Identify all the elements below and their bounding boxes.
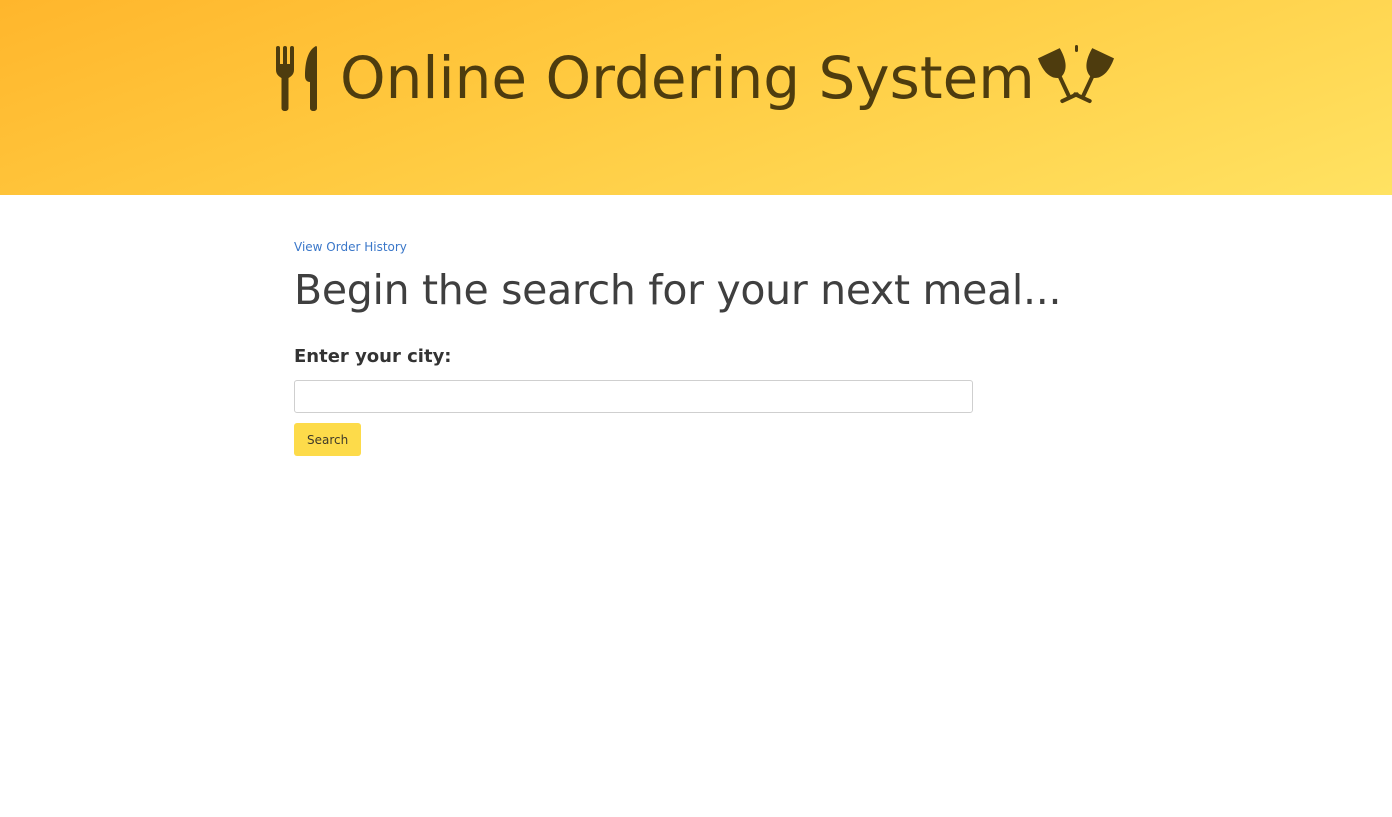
glasses-cheers-icon xyxy=(1037,45,1117,111)
page-title: Begin the search for your next meal... xyxy=(294,266,1062,314)
utensils-icon xyxy=(272,44,326,112)
city-input[interactable] xyxy=(294,380,973,413)
city-label: Enter your city: xyxy=(294,346,452,367)
header-banner: Online Ordering System xyxy=(0,0,1392,195)
view-order-history-link[interactable]: View Order History xyxy=(294,238,407,256)
site-title-text: Online Ordering System xyxy=(340,44,1035,112)
search-button[interactable]: Search xyxy=(294,423,362,456)
site-title: Online Ordering System xyxy=(272,38,1117,118)
search-panel: View Order History Begin the search for … xyxy=(294,236,1062,456)
